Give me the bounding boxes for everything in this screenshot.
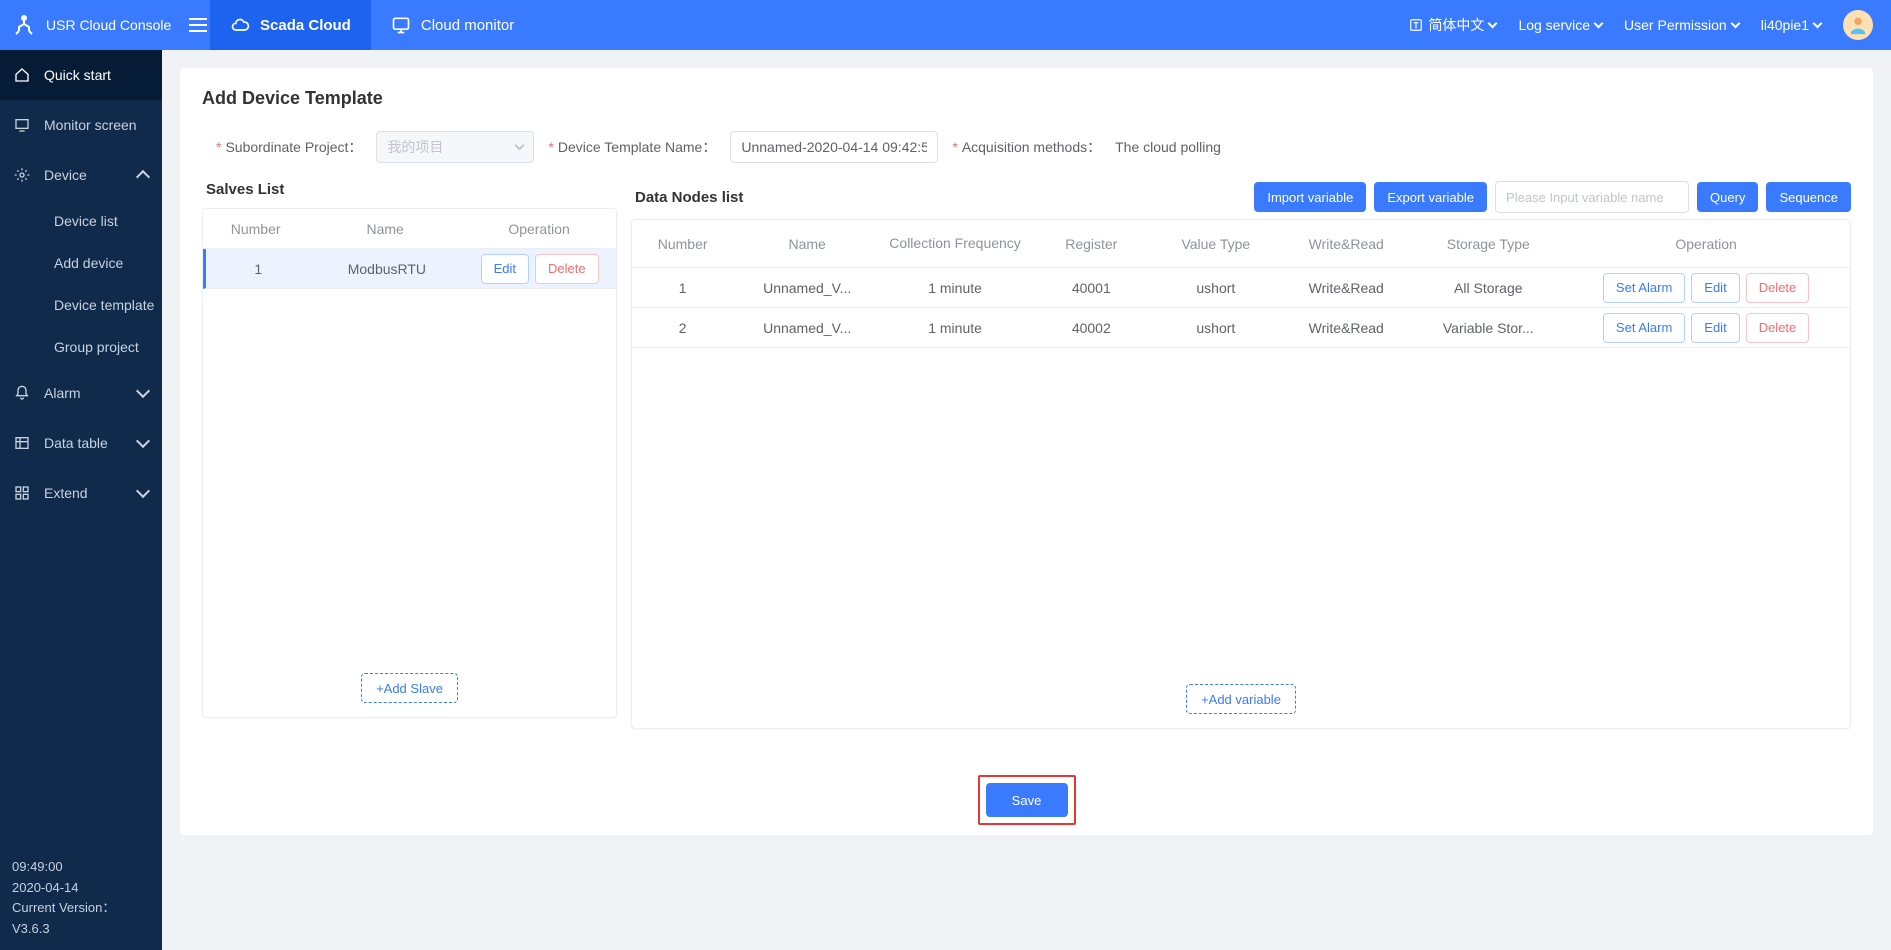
project-label: *Subordinate Project： bbox=[216, 137, 362, 157]
sidebar-item-extend[interactable]: Extend bbox=[0, 468, 162, 518]
slaves-table: Number Name Operation 1 ModbusRTU Edit D… bbox=[203, 209, 616, 289]
chevron-down-icon bbox=[515, 140, 525, 150]
two-column: Salves List Number Name Operation 1 Modb… bbox=[202, 181, 1851, 729]
save-row: Save bbox=[202, 775, 1851, 825]
node-row: 2 Unnamed_V... 1 minute 40002 ushort Wri… bbox=[632, 308, 1850, 348]
save-highlight: Save bbox=[978, 775, 1076, 825]
sidebar-item-group-project[interactable]: Group project bbox=[0, 326, 162, 368]
sidebar-item-device-list[interactable]: Device list bbox=[0, 200, 162, 242]
sidebar-item-monitor-screen[interactable]: Monitor screen bbox=[0, 100, 162, 150]
sidebar-item-device[interactable]: Device bbox=[0, 150, 162, 200]
sidebar-item-device-template[interactable]: Device template bbox=[0, 284, 162, 326]
footer-time: 09:49:00 bbox=[12, 857, 150, 878]
node-row: 1 Unnamed_V... 1 minute 40001 ushort Wri… bbox=[632, 268, 1850, 308]
monitor-icon bbox=[14, 117, 30, 133]
slaves-panel-wrap: Salves List Number Name Operation 1 Modb… bbox=[202, 181, 617, 729]
sidebar-item-alarm[interactable]: Alarm bbox=[0, 368, 162, 418]
chevron-down-icon bbox=[136, 384, 150, 398]
bell-icon bbox=[14, 385, 30, 401]
nodes-table: Number Name Collection Frequency Registe… bbox=[632, 220, 1850, 348]
variable-search-input[interactable] bbox=[1495, 181, 1689, 213]
form-row: *Subordinate Project： 我的项目 *Device Templ… bbox=[202, 131, 1851, 163]
nodes-head-row: Data Nodes list Import variable Export v… bbox=[631, 181, 1851, 213]
tab-label: Scada Cloud bbox=[260, 17, 351, 34]
main: Add Device Template *Subordinate Project… bbox=[162, 50, 1891, 950]
chevron-down-icon bbox=[136, 434, 150, 448]
export-variable-button[interactable]: Export variable bbox=[1374, 182, 1487, 212]
username-menu[interactable]: li40pie1 bbox=[1761, 17, 1821, 33]
query-button[interactable]: Query bbox=[1697, 182, 1758, 212]
acq-value: The cloud polling bbox=[1115, 139, 1221, 155]
set-alarm-button[interactable]: Set Alarm bbox=[1603, 273, 1685, 303]
template-name-input[interactable] bbox=[730, 131, 938, 163]
monitor-icon bbox=[391, 15, 411, 35]
sidebar-footer: 09:49:00 2020-04-14 Current Version：V3.6… bbox=[0, 847, 162, 950]
chevron-up-icon bbox=[136, 170, 150, 184]
top-tabs: Scada Cloud Cloud monitor bbox=[210, 0, 534, 50]
delete-node-button[interactable]: Delete bbox=[1746, 313, 1810, 343]
edit-slave-button[interactable]: Edit bbox=[481, 254, 529, 284]
tab-scada-cloud[interactable]: Scada Cloud bbox=[210, 0, 371, 50]
table-icon bbox=[14, 435, 30, 451]
chevron-down-icon bbox=[136, 484, 150, 498]
add-slave-button[interactable]: + Add Slave bbox=[361, 673, 458, 703]
footer-version: Current Version：V3.6.3 bbox=[12, 898, 150, 940]
nodes-header: Number Name Collection Frequency Registe… bbox=[632, 220, 1850, 268]
topbar: USR Cloud Console Scada Cloud Cloud moni… bbox=[0, 0, 1891, 50]
template-name-label: *Device Template Name： bbox=[548, 137, 716, 157]
cloud-icon bbox=[230, 15, 250, 35]
edit-node-button[interactable]: Edit bbox=[1691, 313, 1739, 343]
menu-icon[interactable] bbox=[189, 18, 207, 32]
footer-date: 2020-04-14 bbox=[12, 878, 150, 899]
sequence-button[interactable]: Sequence bbox=[1766, 182, 1851, 212]
acq-label: *Acquisition methods： bbox=[952, 137, 1101, 157]
slave-row[interactable]: 1 ModbusRTU Edit Delete bbox=[203, 249, 616, 289]
log-service-link[interactable]: Log service bbox=[1518, 17, 1602, 33]
language-switch[interactable]: 简体中文 bbox=[1409, 15, 1496, 35]
tab-cloud-monitor[interactable]: Cloud monitor bbox=[371, 0, 534, 50]
avatar[interactable] bbox=[1843, 10, 1873, 40]
avatar-icon bbox=[1847, 14, 1869, 36]
sidebar-item-add-device[interactable]: Add device bbox=[0, 242, 162, 284]
sidebar: Quick start Monitor screen Device Device… bbox=[0, 50, 162, 950]
save-button[interactable]: Save bbox=[986, 783, 1068, 817]
top-right: 简体中文 Log service User Permission li40pie… bbox=[1409, 10, 1891, 40]
home-icon bbox=[14, 67, 30, 83]
nodes-panel: Number Name Collection Frequency Registe… bbox=[631, 219, 1851, 729]
slaves-title: Salves List bbox=[206, 181, 617, 198]
chevron-down-icon bbox=[1488, 18, 1498, 28]
app-logo-icon bbox=[12, 13, 36, 37]
project-select[interactable]: 我的项目 bbox=[376, 131, 534, 163]
lang-icon bbox=[1409, 18, 1423, 32]
edit-node-button[interactable]: Edit bbox=[1691, 273, 1739, 303]
delete-slave-button[interactable]: Delete bbox=[535, 254, 599, 284]
tab-label: Cloud monitor bbox=[421, 17, 514, 34]
content-card: Add Device Template *Subordinate Project… bbox=[180, 68, 1873, 835]
page-title: Add Device Template bbox=[202, 88, 1851, 109]
set-alarm-button[interactable]: Set Alarm bbox=[1603, 313, 1685, 343]
import-variable-button[interactable]: Import variable bbox=[1254, 182, 1366, 212]
console-title: USR Cloud Console bbox=[46, 17, 171, 33]
delete-node-button[interactable]: Delete bbox=[1746, 273, 1810, 303]
logo-area: USR Cloud Console bbox=[0, 13, 210, 37]
chevron-down-icon bbox=[1813, 18, 1823, 28]
nodes-toolbar: Import variable Export variable Query Se… bbox=[1254, 181, 1851, 213]
chevron-down-icon bbox=[1594, 18, 1604, 28]
sidebar-item-data-table[interactable]: Data table bbox=[0, 418, 162, 468]
nodes-panel-wrap: Data Nodes list Import variable Export v… bbox=[631, 181, 1851, 729]
user-permission-link[interactable]: User Permission bbox=[1624, 17, 1739, 33]
sidebar-item-quick-start[interactable]: Quick start bbox=[0, 50, 162, 100]
nodes-title: Data Nodes list bbox=[635, 189, 743, 206]
slaves-header: Number Name Operation bbox=[203, 209, 616, 249]
slaves-panel: Number Name Operation 1 ModbusRTU Edit D… bbox=[202, 208, 617, 718]
grid-icon bbox=[14, 485, 30, 501]
add-variable-button[interactable]: + Add variable bbox=[1186, 684, 1296, 714]
gear-icon bbox=[14, 167, 30, 183]
chevron-down-icon bbox=[1730, 18, 1740, 28]
